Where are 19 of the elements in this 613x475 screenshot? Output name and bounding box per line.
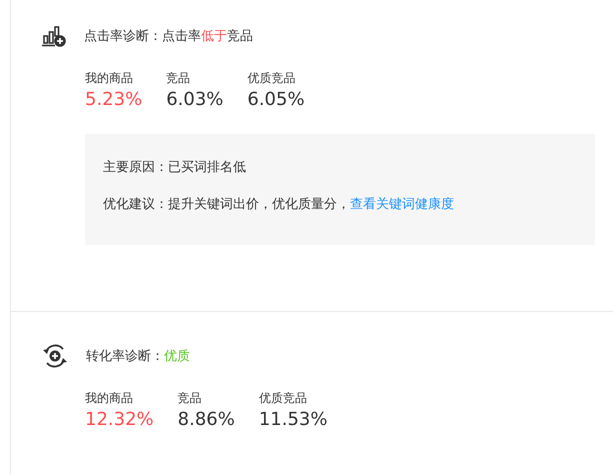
cycle-plus-icon bbox=[41, 342, 69, 370]
diagnosis-title: 点击率诊断：点击率低于竞品 bbox=[84, 28, 253, 45]
metric-label: 优质竞品 bbox=[258, 390, 308, 407]
suggestion-text: 优化建议：提升关键词出价，优化质量分， bbox=[103, 197, 350, 212]
metric-value: 6.03% bbox=[166, 89, 224, 110]
metric-label: 我的商品 bbox=[85, 70, 134, 87]
metric-value: 11.53% bbox=[258, 409, 328, 430]
metric-label: 我的商品 bbox=[85, 390, 134, 407]
metric-label: 竞品 bbox=[166, 70, 192, 87]
diagnosis-title: 转化率诊断：优质 bbox=[86, 348, 190, 365]
metric-value: 8.86% bbox=[178, 409, 235, 430]
metric-value: 5.23% bbox=[85, 89, 142, 110]
metric-value: 6.05% bbox=[247, 89, 305, 110]
bar-chart-plus-icon bbox=[41, 25, 67, 47]
metric-value: 12.32% bbox=[85, 409, 154, 430]
metric-label: 优质竞品 bbox=[247, 70, 296, 87]
reason-text: 主要原因：已买词排名低 bbox=[103, 160, 246, 175]
keyword-health-link[interactable]: 查看关键词健康度 bbox=[350, 197, 454, 212]
metric-label: 竞品 bbox=[178, 390, 203, 407]
